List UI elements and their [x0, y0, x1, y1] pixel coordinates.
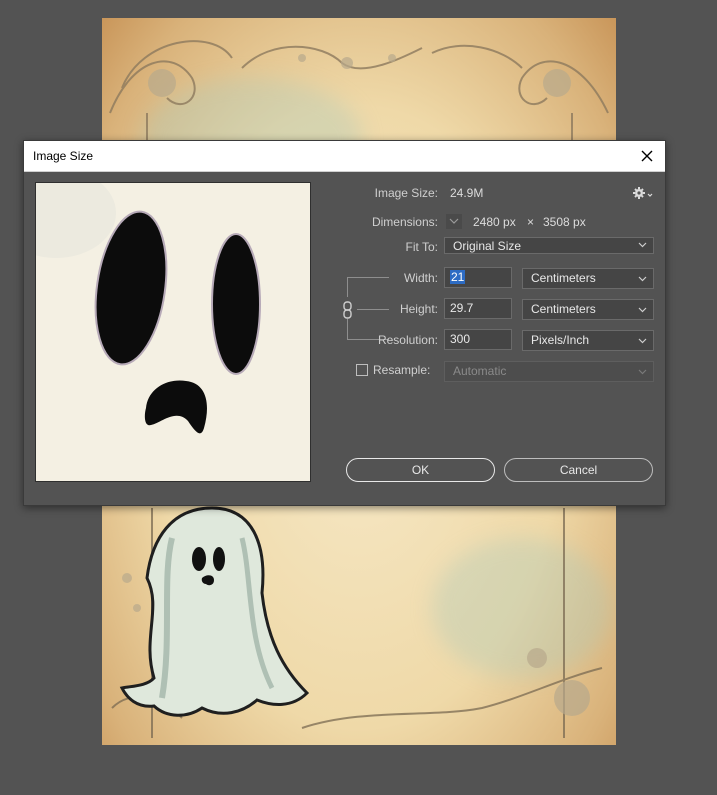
close-button[interactable] — [635, 144, 659, 168]
height-label: Height: — [399, 302, 438, 316]
ok-button[interactable]: OK — [346, 458, 495, 482]
height-unit-dropdown[interactable]: Centimeters — [522, 299, 654, 320]
resolution-input[interactable]: 300 — [444, 329, 512, 350]
chevron-down-icon — [449, 218, 459, 224]
resample-label: Resample: — [373, 363, 431, 377]
height-unit-value: Centimeters — [531, 302, 596, 316]
width-unit-dropdown[interactable]: Centimeters — [522, 268, 654, 289]
chevron-down-icon — [638, 242, 647, 248]
height-value: 29.7 — [450, 301, 474, 315]
dimensions-label: Dimensions: — [371, 215, 438, 229]
width-unit-value: Centimeters — [531, 271, 596, 285]
fit-to-value: Original Size — [453, 239, 522, 253]
dimensions-units-dropdown[interactable] — [446, 214, 462, 229]
resolution-unit-value: Pixels/Inch — [531, 333, 590, 347]
chevron-down-icon — [638, 338, 647, 344]
cancel-button-label: Cancel — [559, 463, 598, 477]
settings-button[interactable] — [632, 186, 654, 200]
image-size-label: Image Size: — [374, 186, 438, 200]
width-input[interactable]: 21 — [444, 267, 512, 288]
close-icon — [641, 150, 653, 162]
height-input[interactable]: 29.7 — [444, 298, 512, 319]
ghost-illustration — [119, 506, 310, 717]
resample-checkbox[interactable] — [356, 364, 368, 376]
resample-method-value: Automatic — [453, 364, 507, 378]
dimensions-height-value: 3508 px — [543, 215, 586, 229]
chevron-down-icon — [638, 276, 647, 282]
width-value: 21 — [450, 270, 466, 284]
chevron-down-icon — [638, 307, 647, 313]
dimensions-width-value: 2480 px — [473, 215, 516, 229]
image-preview[interactable] — [35, 182, 311, 482]
dialog-title: Image Size — [33, 149, 94, 163]
image-size-dialog: Image Size Image Size: 24.9M Dimensions:… — [23, 140, 666, 506]
chevron-down-icon — [638, 369, 647, 375]
dialog-titlebar: Image Size — [24, 141, 665, 172]
ok-button-label: OK — [411, 463, 430, 477]
ghost-face-preview — [36, 183, 310, 481]
resolution-value: 300 — [450, 332, 471, 346]
fit-to-label: Fit To: — [405, 240, 438, 254]
resolution-unit-dropdown[interactable]: Pixels/Inch — [522, 330, 654, 351]
resolution-label: Resolution: — [377, 333, 438, 347]
dimensions-times-sign: × — [527, 215, 535, 229]
gear-icon — [633, 187, 653, 199]
cancel-button[interactable]: Cancel — [504, 458, 653, 482]
image-size-value: 24.9M — [450, 186, 484, 200]
resample-method-dropdown[interactable]: Automatic — [444, 361, 654, 382]
width-label: Width: — [403, 271, 438, 285]
fit-to-dropdown[interactable]: Original Size — [444, 237, 654, 254]
